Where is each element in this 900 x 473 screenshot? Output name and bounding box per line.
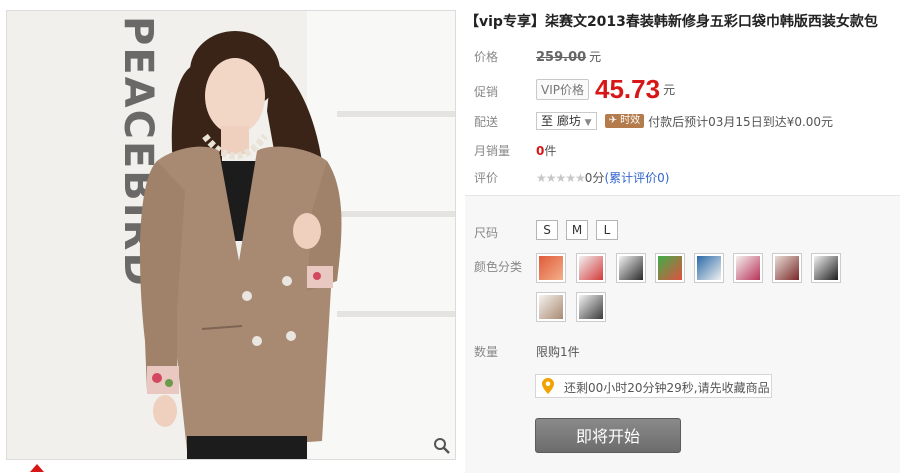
size-option-m[interactable]: M (566, 220, 588, 240)
product-title: 【vip专享】柒赛文2013春装韩新修身五彩口袋巾韩版西装女款包 (465, 14, 878, 30)
rating-score: 0分 (584, 171, 605, 185)
size-option-s[interactable]: S (536, 220, 558, 240)
coming-soon-button[interactable]: 即将开始 (535, 418, 681, 453)
countdown-hint: 还剩00小时20分钟29秒,请先收藏商品 (535, 374, 772, 398)
truck-icon: ✈ (608, 115, 617, 126)
color-swatch[interactable] (655, 253, 685, 283)
region-value: 至 廊坊 (541, 114, 581, 128)
color-swatch[interactable] (536, 253, 566, 283)
price-label: 价格 (474, 50, 499, 64)
color-swatch[interactable] (811, 253, 841, 283)
color-swatch[interactable] (576, 253, 606, 283)
rating-stars-icon: ★★★★★ (536, 171, 586, 185)
color-swatch[interactable] (576, 292, 606, 322)
quantity-label: 数量 (474, 345, 499, 359)
review-count-link[interactable]: (累计评价0) (604, 171, 669, 185)
sales-unit: 件 (544, 144, 557, 158)
quantity-limit: 限购1件 (536, 345, 580, 359)
price-unit: 元 (589, 50, 602, 64)
rating-label: 评价 (474, 171, 499, 185)
chevron-down-icon: ▼ (584, 118, 592, 128)
location-pin-icon (542, 378, 554, 394)
size-label: 尺码 (474, 226, 499, 240)
countdown-text: 还剩00小时20分钟29秒,请先收藏商品 (564, 381, 770, 395)
color-swatch[interactable] (772, 253, 802, 283)
product-image[interactable]: PEACEBIRD (6, 10, 456, 460)
promo-label: 促销 (474, 85, 499, 99)
color-label: 颜色分类 (474, 260, 523, 274)
arrow-up-icon (30, 464, 44, 472)
color-swatch[interactable] (733, 253, 763, 283)
vip-price-tag: VIP价格 (536, 79, 589, 100)
product-photo-drawing: PEACEBIRD (7, 11, 455, 459)
color-swatch[interactable] (536, 292, 566, 322)
timely-badge: ✈ 时效 (604, 114, 645, 128)
delivery-label: 配送 (474, 115, 499, 129)
promo-price: 45.73 (595, 74, 661, 104)
color-swatch[interactable] (616, 253, 646, 283)
promo-unit: 元 (663, 83, 676, 97)
color-swatch[interactable] (694, 253, 724, 283)
zoom-icon[interactable] (433, 437, 451, 455)
size-option-l[interactable]: L (596, 220, 618, 240)
region-select[interactable]: 至 廊坊 ▼ (536, 112, 597, 130)
sales-label: 月销量 (474, 144, 511, 158)
delivery-estimate: 付款后预计03月15日到达¥0.00元 (648, 114, 834, 129)
original-price: 259.00 (536, 50, 587, 65)
